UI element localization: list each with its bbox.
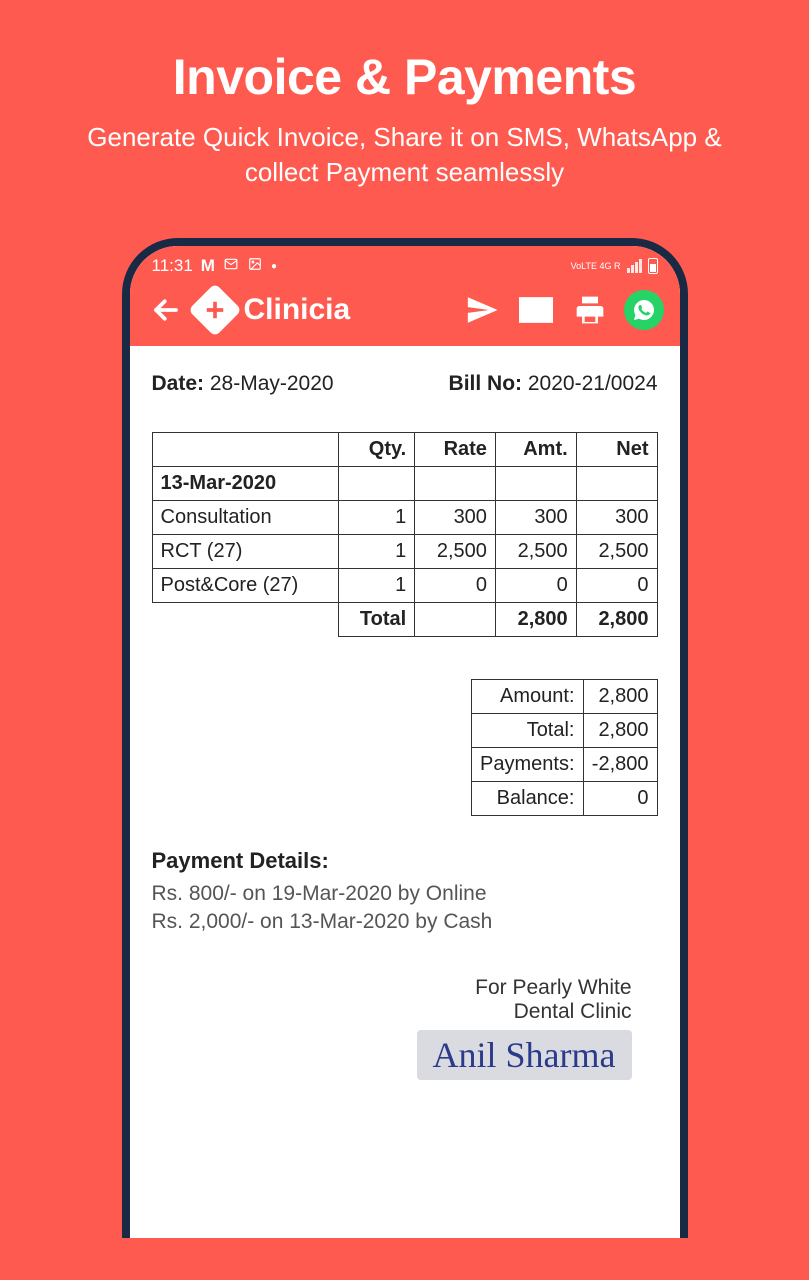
signature-image: Anil Sharma <box>417 1030 632 1080</box>
status-dot-icon: ● <box>271 261 277 272</box>
col-rate: Rate <box>415 433 496 467</box>
summary-value: 0 <box>583 782 657 816</box>
summary-label: Amount: <box>472 680 583 714</box>
item-net: 2,500 <box>576 535 657 569</box>
item-amt: 300 <box>495 501 576 535</box>
status-time: 11:31 <box>152 256 193 276</box>
item-amt: 2,500 <box>495 535 576 569</box>
summary-row: Balance: 0 <box>472 782 657 816</box>
summary-row: Total: 2,800 <box>472 714 657 748</box>
marketing-subtitle: Generate Quick Invoice, Share it on SMS,… <box>48 120 761 190</box>
item-name: Post&Core (27) <box>152 569 338 603</box>
payment-line: Rs. 2,000/- on 13-Mar-2020 by Cash <box>152 910 658 934</box>
signature-block: For Pearly White Dental Clinic Anil Shar… <box>152 976 658 1080</box>
status-signal-icon <box>627 259 642 273</box>
col-item <box>152 433 338 467</box>
item-qty: 1 <box>338 501 414 535</box>
item-amt: 0 <box>495 569 576 603</box>
bill-label: Bill No: <box>449 372 523 395</box>
total-row: Total 2,800 2,800 <box>152 603 657 637</box>
table-row: RCT (27) 1 2,500 2,500 2,500 <box>152 535 657 569</box>
sign-for-line: Dental Clinic <box>152 1000 632 1024</box>
summary-value: -2,800 <box>583 748 657 782</box>
item-qty: 1 <box>338 535 414 569</box>
invoice-content: Date: 28-May-2020 Bill No: 2020-21/0024 … <box>130 346 680 1106</box>
item-name: RCT (27) <box>152 535 338 569</box>
summary-value: 2,800 <box>583 714 657 748</box>
marketing-title: Invoice & Payments <box>48 48 761 106</box>
payment-details: Payment Details: Rs. 800/- on 19-Mar-202… <box>152 848 658 934</box>
item-rate: 300 <box>415 501 496 535</box>
invoice-items-table: Qty. Rate Amt. Net 13-Mar-2020 Consultat… <box>152 432 658 637</box>
total-label: Total <box>338 603 414 637</box>
app-title: Clinicia <box>244 293 351 327</box>
item-net: 0 <box>576 569 657 603</box>
item-rate: 2,500 <box>415 535 496 569</box>
payment-heading: Payment Details: <box>152 848 658 874</box>
summary-row: Amount: 2,800 <box>472 680 657 714</box>
group-date-row: 13-Mar-2020 <box>152 467 657 501</box>
print-button[interactable] <box>570 290 610 330</box>
email-button[interactable] <box>516 290 556 330</box>
back-button[interactable] <box>146 290 186 330</box>
date-value: 28-May-2020 <box>210 372 334 395</box>
app-logo-icon <box>188 283 242 337</box>
date-label: Date: <box>152 372 205 395</box>
status-bar: 11:31 M ● VoLTE 4G R <box>130 246 680 280</box>
col-amt: Amt. <box>495 433 576 467</box>
total-amt: 2,800 <box>495 603 576 637</box>
status-mail-icon <box>223 256 239 276</box>
sign-for-line: For Pearly White <box>152 976 632 1000</box>
group-date: 13-Mar-2020 <box>152 467 338 501</box>
summary-value: 2,800 <box>583 680 657 714</box>
status-m-icon: M <box>201 256 215 276</box>
col-net: Net <box>576 433 657 467</box>
payment-line: Rs. 800/- on 19-Mar-2020 by Online <box>152 882 658 906</box>
status-battery-icon <box>648 258 658 274</box>
app-bar: Clinicia <box>130 280 680 346</box>
summary-label: Total: <box>472 714 583 748</box>
marketing-header: Invoice & Payments Generate Quick Invoic… <box>0 0 809 214</box>
summary-label: Balance: <box>472 782 583 816</box>
status-network-label: VoLTE 4G R <box>571 262 621 271</box>
item-name: Consultation <box>152 501 338 535</box>
summary-row: Payments: -2,800 <box>472 748 657 782</box>
item-net: 300 <box>576 501 657 535</box>
item-rate: 0 <box>415 569 496 603</box>
summary-label: Payments: <box>472 748 583 782</box>
total-net: 2,800 <box>576 603 657 637</box>
col-qty: Qty. <box>338 433 414 467</box>
status-image-icon <box>247 256 263 276</box>
summary-table: Amount: 2,800 Total: 2,800 Payments: -2,… <box>471 679 657 816</box>
invoice-date: Date: 28-May-2020 <box>152 372 334 396</box>
invoice-bill-no: Bill No: 2020-21/0024 <box>449 372 658 396</box>
whatsapp-button[interactable] <box>624 290 664 330</box>
table-row: Consultation 1 300 300 300 <box>152 501 657 535</box>
bill-value: 2020-21/0024 <box>528 372 658 395</box>
send-button[interactable] <box>462 290 502 330</box>
item-qty: 1 <box>338 569 414 603</box>
phone-frame: 11:31 M ● VoLTE 4G R <box>122 238 688 1238</box>
table-row: Post&Core (27) 1 0 0 0 <box>152 569 657 603</box>
